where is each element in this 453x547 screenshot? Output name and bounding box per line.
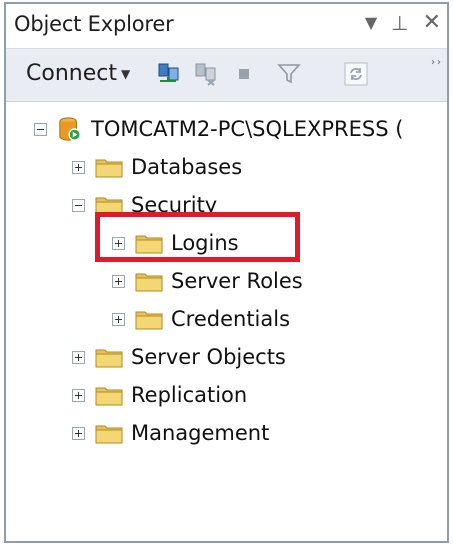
object-explorer-toolbar: Connect ▼ ›› bbox=[6, 49, 447, 102]
connect-object-explorer-icon[interactable] bbox=[156, 61, 182, 87]
server-label: TOMCATM2-PC\SQLEXPRESS ( bbox=[91, 117, 404, 141]
tree-node-replication[interactable]: Replication bbox=[72, 380, 247, 410]
folder-icon bbox=[135, 273, 163, 292]
expand-icon[interactable] bbox=[72, 388, 85, 402]
tree-node-server-roles[interactable]: Server Roles bbox=[112, 266, 303, 296]
connect-dropdown-button[interactable]: Connect ▼ bbox=[26, 61, 130, 86]
stop-icon[interactable] bbox=[231, 61, 257, 87]
expand-icon[interactable] bbox=[72, 426, 85, 440]
panel-title: Object Explorer bbox=[14, 12, 174, 36]
server-objects-label: Server Objects bbox=[131, 345, 286, 369]
databases-label: Databases bbox=[131, 155, 243, 179]
tree-node-credentials[interactable]: Credentials bbox=[112, 304, 290, 334]
tree-node-server-objects[interactable]: Server Objects bbox=[72, 342, 286, 372]
expand-icon[interactable] bbox=[72, 160, 85, 174]
folder-icon bbox=[95, 349, 123, 368]
disconnect-icon[interactable] bbox=[193, 61, 219, 87]
close-icon[interactable]: ✕ bbox=[423, 11, 441, 35]
window-controls: ▼ ⊥ ✕ bbox=[365, 11, 441, 36]
server-roles-label: Server Roles bbox=[171, 269, 303, 293]
logins-highlight-box bbox=[95, 212, 300, 262]
expand-icon[interactable] bbox=[72, 350, 85, 364]
management-label: Management bbox=[131, 421, 270, 445]
object-explorer-panel: Object Explorer ▼ ⊥ ✕ Connect ▼ ›› TOMCA… bbox=[4, 2, 449, 543]
title-bar: Object Explorer ▼ ⊥ ✕ bbox=[6, 4, 447, 49]
connect-label: Connect bbox=[26, 61, 117, 86]
folder-icon bbox=[135, 311, 163, 330]
expand-icon[interactable] bbox=[112, 312, 125, 326]
collapse-icon[interactable] bbox=[34, 122, 47, 136]
replication-label: Replication bbox=[131, 383, 248, 407]
folder-icon bbox=[95, 387, 123, 406]
pin-icon[interactable]: ⊥ bbox=[391, 11, 408, 35]
chevron-down-icon: ▼ bbox=[120, 66, 131, 81]
tree-node-management[interactable]: Management bbox=[72, 418, 269, 448]
tree-node-databases[interactable]: Databases bbox=[72, 152, 242, 182]
folder-icon bbox=[95, 425, 123, 444]
credentials-label: Credentials bbox=[171, 307, 291, 331]
window-position-dropdown-icon[interactable]: ▼ bbox=[365, 11, 377, 35]
object-tree: TOMCATM2-PC\SQLEXPRESS ( Databases Secur… bbox=[6, 102, 447, 541]
tree-node-server[interactable]: TOMCATM2-PC\SQLEXPRESS ( bbox=[34, 114, 403, 144]
folder-icon bbox=[95, 159, 123, 178]
database-server-icon bbox=[59, 117, 81, 141]
collapse-icon[interactable] bbox=[72, 198, 85, 212]
filter-icon[interactable] bbox=[276, 61, 302, 87]
refresh-icon[interactable] bbox=[343, 61, 369, 87]
toolbar-overflow-icon[interactable]: ›› bbox=[431, 57, 443, 68]
expand-icon[interactable] bbox=[112, 274, 125, 288]
